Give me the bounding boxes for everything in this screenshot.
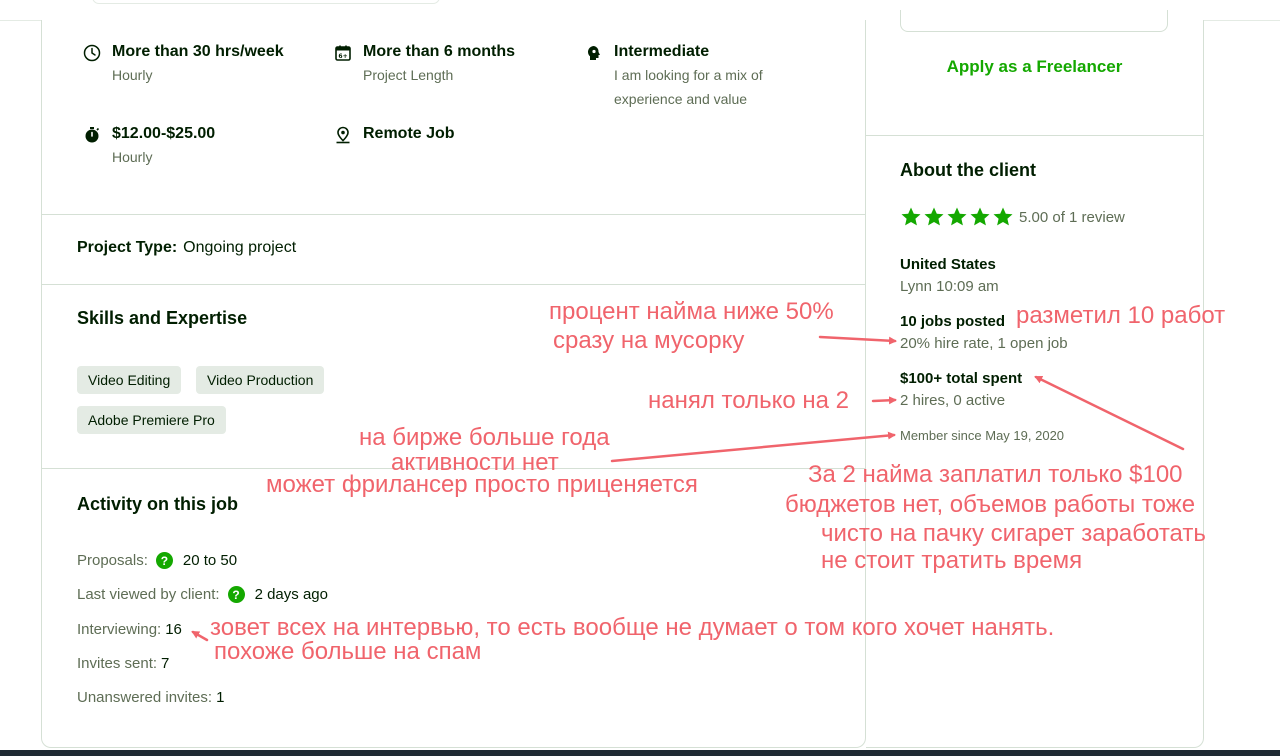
project-type-label: Project Type: (77, 239, 178, 256)
job-details-page: More than 30 hrs/week Hourly 6+ More tha… (0, 0, 1280, 756)
help-icon[interactable]: ? (227, 586, 245, 603)
invites-sent-label: Invites sent: (77, 655, 158, 672)
skill-chip-adobe-premiere[interactable]: Adobe Premiere Pro (77, 406, 226, 434)
annotation-hire-rate-line-2: сразу на мусорку (553, 327, 745, 354)
rating-text: 5.00 of 1 review (1019, 208, 1125, 226)
interviewing-value: 16 (165, 621, 182, 638)
activity-title: Activity on this job (77, 494, 239, 514)
client-total-spent: $100+ total spent (900, 370, 1023, 387)
location-pin-icon (333, 124, 353, 144)
client-local-time: Lynn 10:09 am (900, 278, 999, 295)
help-icon[interactable]: ? (155, 552, 173, 569)
unanswered-label: Unanswered invites: (77, 689, 213, 706)
annotation-spent-line-4: не стоит тратить время (821, 547, 1083, 574)
annotation-spent-line-1: За 2 найма заплатил только $100 (808, 461, 1183, 488)
section-divider (42, 214, 865, 215)
skill-chip-video-editing[interactable]: Video Editing (77, 366, 182, 394)
client-jobs-posted: 10 jobs posted (900, 313, 1006, 330)
about-client-title: About the client (900, 160, 1036, 180)
last-viewed-value: 2 days ago (254, 586, 328, 603)
invites-sent-value: 7 (161, 655, 170, 672)
rate-subtitle: Hourly (112, 149, 153, 165)
taskbar-edge (0, 750, 1280, 756)
feature-project-length: 6+ More than 6 months Project Length (333, 42, 515, 87)
annotation-member-line-3: может фрилансер просто приценяется (266, 471, 698, 498)
skill-chip-video-production[interactable]: Video Production (196, 366, 325, 394)
annotation-spent-line-3: чисто на пачку сигарет заработать (821, 520, 1206, 547)
experience-title: Intermediate (614, 43, 710, 60)
last-viewed-label: Last viewed by client: (77, 586, 220, 603)
client-hire-rate: 20% hire rate, 1 open job (900, 335, 1068, 352)
activity-invites-sent: Invites sent: 7 (77, 655, 169, 672)
activity-last-viewed: Last viewed by client: ? 2 days ago (77, 586, 328, 603)
experience-subtitle-line-1: I am looking for a mix of (614, 67, 763, 83)
client-rating: 5.00 of 1 review (900, 206, 1125, 228)
apply-as-freelancer-link[interactable]: Apply as a Freelancer (866, 57, 1203, 77)
sidebar-top-field[interactable] (900, 10, 1168, 32)
feature-rate: $12.00-$25.00 Hourly (82, 124, 215, 169)
clock-icon (82, 42, 102, 62)
feature-location: Remote Job (333, 124, 455, 144)
workload-subtitle: Hourly (112, 67, 153, 83)
activity-proposals: Proposals: ? 20 to 50 (77, 552, 237, 569)
rate-title: $12.00-$25.00 (112, 125, 216, 142)
project-length-title: More than 6 months (363, 43, 516, 60)
brain-icon (584, 42, 604, 62)
project-type: Project Type: Ongoing project (77, 239, 296, 257)
annotation-jobs-posted: разметил 10 работ (1016, 302, 1226, 329)
stopwatch-icon (82, 124, 102, 144)
rating-stars-icon (901, 207, 1013, 226)
skills-title: Skills and Expertise (77, 308, 248, 328)
activity-unanswered-invites: Unanswered invites: 1 (77, 689, 224, 706)
header-search-input[interactable] (92, 0, 440, 4)
unanswered-value: 1 (216, 689, 225, 706)
proposals-value: 20 to 50 (182, 552, 238, 569)
annotation-member-line-1: на бирже больше года (359, 424, 610, 451)
annotation-interview-line-2: похоже больше на спам (214, 638, 482, 665)
workload-title: More than 30 hrs/week (112, 43, 284, 60)
svg-text:6+: 6+ (338, 53, 347, 60)
activity-interviewing: Interviewing: 16 (77, 621, 182, 638)
project-type-value: Ongoing project (183, 239, 297, 256)
calendar-icon: 6+ (333, 42, 353, 62)
section-divider (42, 284, 865, 285)
client-country: United States (900, 256, 996, 273)
proposals-label: Proposals: (77, 552, 148, 569)
annotation-hire-rate-line-1: процент найма ниже 50% (549, 298, 834, 325)
project-length-subtitle: Project Length (363, 67, 454, 83)
client-hires: 2 hires, 0 active (900, 392, 1006, 409)
location-title: Remote Job (363, 125, 455, 142)
annotation-hired-only: нанял только на 2 (648, 387, 849, 414)
feature-workload: More than 30 hrs/week Hourly (82, 42, 284, 87)
interviewing-label: Interviewing: (77, 621, 162, 638)
sidebar-divider (866, 135, 1203, 136)
client-member-since: Member since May 19, 2020 (900, 428, 1065, 443)
experience-subtitle-line-2: experience and value (614, 91, 748, 107)
annotation-spent-line-2: бюджетов нет, объемов работы тоже (785, 491, 1196, 518)
feature-experience-level: Intermediate I am looking for a mix of e… (584, 42, 763, 111)
